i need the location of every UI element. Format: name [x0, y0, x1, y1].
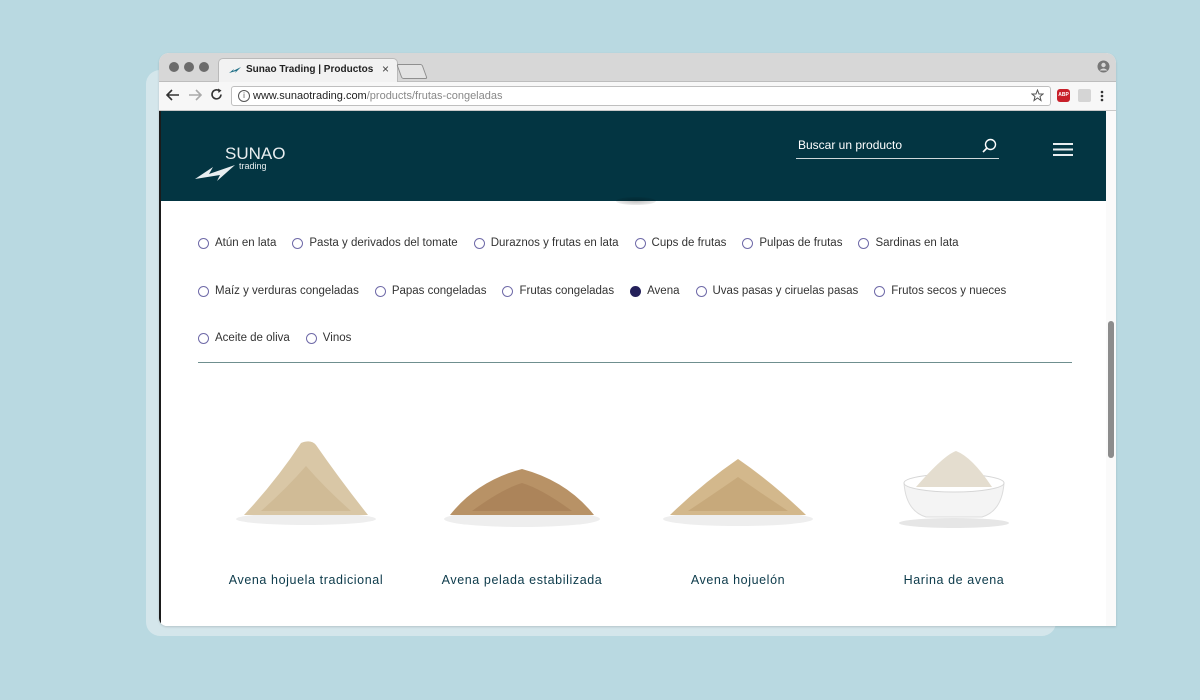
filter-label: Frutas congeladas: [519, 285, 615, 297]
product-card[interactable]: Avena hojuela tradicional: [206, 411, 406, 591]
product-grid: Avena hojuela tradicional Avena pelada e…: [198, 411, 1098, 611]
extension-icon[interactable]: [1078, 89, 1091, 102]
filter-label: Pasta y derivados del tomate: [309, 237, 458, 249]
filter-label: Duraznos y frutas en lata: [490, 237, 619, 249]
filter-label: Uvas pasas y ciruelas pasas: [712, 285, 859, 297]
minimize-window-dot[interactable]: [184, 62, 194, 72]
profile-icon[interactable]: [1097, 60, 1110, 73]
filter-frutas-congeladas[interactable]: Frutas congeladas: [502, 285, 614, 297]
bookmark-star-icon[interactable]: [1031, 89, 1044, 102]
adblock-label: ABP: [1058, 92, 1069, 98]
product-name[interactable]: Avena hojuelón: [618, 573, 858, 587]
forward-arrow-icon[interactable]: [188, 89, 202, 101]
decorative-shadow: [616, 197, 656, 205]
filter-row-2: Maíz y verduras congeladas Papas congela…: [198, 285, 1022, 297]
url-path: /products/frutas-congeladas: [366, 90, 503, 102]
back-arrow-icon[interactable]: [166, 89, 180, 101]
filter-pasta[interactable]: Pasta y derivados del tomate: [292, 237, 458, 249]
filter-aceite[interactable]: Aceite de oliva: [198, 332, 290, 344]
radio-icon[interactable]: [198, 285, 209, 297]
tab-title: Sunao Trading | Productos: [246, 64, 374, 75]
info-icon[interactable]: i: [238, 90, 250, 102]
filter-label: Sardinas en lata: [875, 237, 959, 249]
oat-flour-image[interactable]: [864, 411, 1044, 531]
radio-icon[interactable]: [292, 237, 304, 249]
filter-label: Vinos: [322, 332, 352, 344]
oat-flakes-image[interactable]: [216, 411, 396, 531]
filter-divider: [198, 362, 1072, 363]
radio-icon[interactable]: [305, 332, 317, 344]
scrollbar-thumb[interactable]: [1108, 321, 1114, 458]
tab-close-icon[interactable]: ×: [382, 62, 389, 76]
filter-papas[interactable]: Papas congeladas: [374, 285, 487, 297]
browser-window: Sunao Trading | Productos × i www.sunaot…: [159, 53, 1116, 626]
thick-oat-flakes-image[interactable]: [648, 411, 828, 531]
filter-cups[interactable]: Cups de frutas: [634, 237, 727, 249]
tab-bar: Sunao Trading | Productos ×: [159, 53, 1116, 83]
filter-frutos-secos[interactable]: Frutos secos y nueces: [874, 285, 1006, 297]
filter-label: Cups de frutas: [651, 237, 727, 249]
filter-sardinas[interactable]: Sardinas en lata: [858, 237, 959, 249]
radio-icon[interactable]: [198, 332, 209, 344]
radio-icon[interactable]: [695, 285, 707, 297]
close-window-dot[interactable]: [169, 62, 179, 72]
filter-duraznos[interactable]: Duraznos y frutas en lata: [473, 237, 619, 249]
filter-label: Maíz y verduras congeladas: [215, 285, 359, 297]
site-header: SUNAO trading Buscar un producto: [161, 111, 1108, 201]
radio-checked-icon[interactable]: [630, 285, 642, 297]
radio-icon[interactable]: [374, 285, 386, 297]
hamburger-menu-icon[interactable]: [1053, 142, 1073, 157]
product-name[interactable]: Harina de avena: [834, 573, 1074, 587]
url-text: www.sunaotrading.com/products/frutas-con…: [253, 90, 502, 102]
product-card[interactable]: Harina de avena: [854, 411, 1054, 591]
radio-icon[interactable]: [473, 237, 485, 249]
product-name[interactable]: Avena hojuela tradicional: [186, 573, 426, 587]
radio-icon[interactable]: [742, 237, 754, 249]
filter-pulpas[interactable]: Pulpas de frutas: [742, 237, 842, 249]
filter-row-1: Atún en lata Pasta y derivados del tomat…: [198, 237, 975, 249]
product-card[interactable]: Avena hojuelón: [638, 411, 838, 591]
filter-vinos[interactable]: Vinos: [305, 332, 352, 344]
new-tab-button[interactable]: [396, 64, 428, 79]
search-input[interactable]: Buscar un producto: [798, 138, 902, 152]
maximize-window-dot[interactable]: [199, 62, 209, 72]
filter-label: Aceite de oliva: [215, 332, 290, 344]
url-host: www.sunaotrading.com: [253, 90, 367, 102]
filter-row-3: Aceite de oliva Vinos: [198, 332, 367, 344]
filter-avena[interactable]: Avena: [630, 285, 680, 297]
filter-label: Pulpas de frutas: [759, 237, 843, 249]
logo-subword: trading: [239, 161, 267, 171]
filter-uvas[interactable]: Uvas pasas y ciruelas pasas: [695, 285, 859, 297]
filter-atun[interactable]: Atún en lata: [198, 237, 276, 249]
address-bar[interactable]: i www.sunaotrading.com/products/frutas-c…: [231, 86, 1051, 106]
filter-label: Avena: [647, 285, 680, 297]
product-card[interactable]: Avena pelada estabilizada: [422, 411, 622, 591]
sunao-logo[interactable]: SUNAO trading: [195, 141, 295, 181]
product-name[interactable]: Avena pelada estabilizada: [402, 573, 642, 587]
filter-label: Frutos secos y nueces: [891, 285, 1007, 297]
search-icon[interactable]: [982, 138, 997, 153]
filter-label: Atún en lata: [215, 237, 277, 249]
radio-icon[interactable]: [858, 237, 870, 249]
radio-icon[interactable]: [198, 237, 209, 249]
radio-icon[interactable]: [634, 237, 646, 249]
radio-icon[interactable]: [502, 285, 514, 297]
active-tab[interactable]: Sunao Trading | Productos ×: [218, 58, 398, 83]
radio-icon[interactable]: [874, 285, 886, 297]
filter-label: Papas congeladas: [391, 285, 487, 297]
scrollbar[interactable]: [1106, 111, 1116, 626]
reload-icon[interactable]: [210, 88, 223, 101]
page-viewport: SUNAO trading Buscar un producto Atún en…: [159, 111, 1108, 626]
adblock-icon[interactable]: ABP: [1057, 89, 1070, 102]
favicon-icon: [229, 67, 241, 73]
product-search[interactable]: Buscar un producto: [796, 136, 999, 159]
browser-toolbar: i www.sunaotrading.com/products/frutas-c…: [159, 82, 1116, 111]
filter-maiz[interactable]: Maíz y verduras congeladas: [198, 285, 359, 297]
hulled-oats-image[interactable]: [432, 411, 612, 531]
more-menu-icon[interactable]: [1100, 90, 1104, 102]
